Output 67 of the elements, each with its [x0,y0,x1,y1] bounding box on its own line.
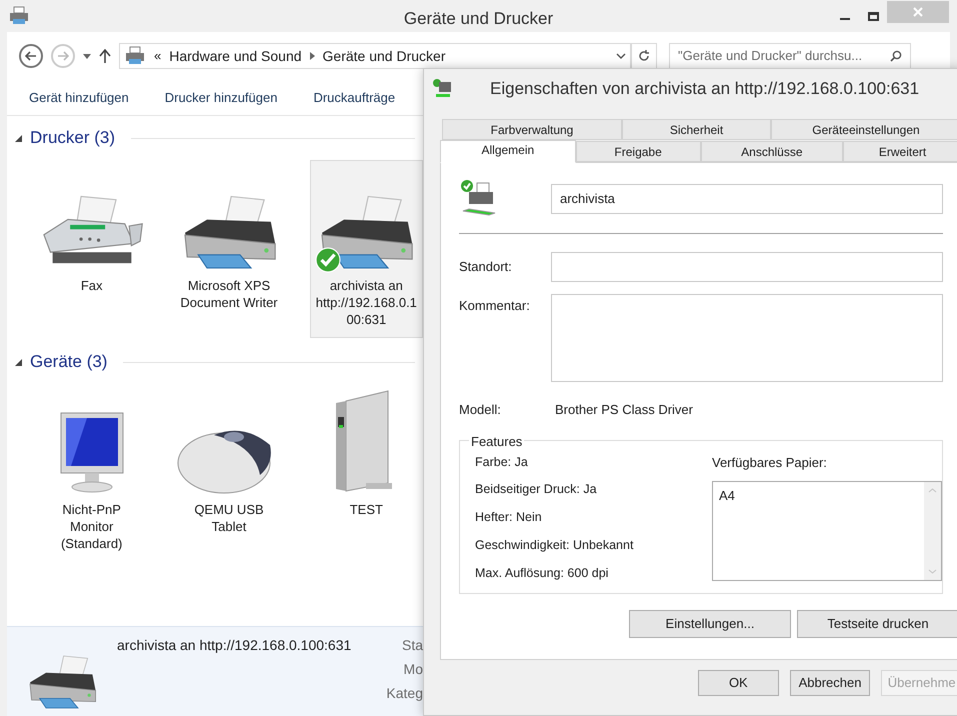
command-button[interactable]: Gerät hinzufügen [29,88,129,108]
breadcrumb-item[interactable]: Geräte und Drucker [322,46,446,66]
location-icon [124,46,146,66]
command-button[interactable]: Drucker hinzufügen [164,88,278,108]
device-item[interactable]: Microsoft XPS Document Writer [172,160,286,338]
details-field-label: Sta [402,636,423,655]
device-label: QEMU USB Tablet [193,501,265,535]
paper-item[interactable]: A4 [719,486,918,506]
device-label: archivista an http://192.168.0.100:631 [314,277,418,328]
dialog-button[interactable]: OK [698,670,779,696]
device-label: TEST [348,501,384,518]
feature-text: Beidseitiger Druck: Ja [475,481,598,498]
tab[interactable]: Farbverwaltung [442,119,622,140]
chevron-icon[interactable] [310,52,315,60]
device-item[interactable]: TEST [310,384,423,562]
paper-list[interactable]: A4 [712,481,942,581]
dialog-button[interactable]: Abbrechen [790,670,870,696]
feature-text: Max. Auflösung: 600 dpi [475,564,610,582]
tab[interactable]: Allgemein [440,140,576,163]
dropdown-caret-icon[interactable] [616,53,626,59]
dialog-printer-icon [432,78,454,100]
action-button[interactable]: Einstellungen... [629,610,791,638]
window-title: Geräte und Drucker [404,8,554,30]
forward-arrow-icon [57,51,69,61]
overflow-marker[interactable]: « [154,46,162,66]
collapse-arrow-icon[interactable] [15,134,22,142]
feature-text: Farbe: Ja [475,454,529,470]
device-label: Microsoft XPS Document Writer [179,277,279,311]
group-heading[interactable]: Drucker (3) [30,125,116,151]
paper-label: Verfügbares Papier: [712,454,828,472]
tab[interactable]: Sicherheit [622,119,771,140]
printer-name-field[interactable]: archivista [551,184,943,214]
dropdown-caret-icon[interactable] [83,54,91,58]
search-icon [890,50,902,62]
group-heading[interactable]: Geräte (3) [30,349,108,375]
comment-label: Kommentar: [459,297,531,315]
back-arrow-icon [25,51,37,61]
tab[interactable]: Anschlüsse [700,141,844,162]
refresh-icon [638,50,650,62]
feature-text: Geschwindigkeit: Unbekannt [475,536,634,554]
device-item[interactable]: Fax [35,160,148,338]
comment-field[interactable] [551,294,943,382]
back-button[interactable] [19,44,43,68]
details-title: archivista an http://192.168.0.100:631 [117,636,352,655]
close-icon [913,7,923,17]
command-button[interactable]: Druckaufträge [313,88,396,108]
details-field-label: Kateg [386,684,423,703]
collapse-arrow-icon[interactable] [15,358,22,366]
model-label: Modell: [459,401,502,419]
device-item[interactable]: Nicht-PnP Monitor (Standard) [35,384,148,562]
breadcrumb-item[interactable]: Hardware und Sound [169,46,302,66]
device-label: Nicht-PnP Monitor (Standard) [60,501,124,552]
tab[interactable]: Geräteeinstellungen [771,119,957,140]
action-button[interactable]: Testseite drucken [797,610,957,638]
tab[interactable]: Freigabe [576,141,701,162]
details-field-label: Mo [404,660,423,679]
window-icon [8,6,30,26]
device-label: Fax [80,277,104,294]
feature-text: Hefter: Nein [475,509,543,526]
dialog-title: Eigenschaften von archivista an http://192.168.0.100:631 [490,78,920,100]
tab[interactable]: Erweitert [843,141,957,162]
device-item[interactable]: QEMU USB Tablet [172,384,286,562]
device-item[interactable]: archivista an http://192.168.0.100:631 [310,160,423,338]
location-label: Standort: [459,258,513,276]
location-field[interactable] [551,252,943,282]
up-arrow-icon[interactable] [99,49,111,63]
model-value: Brother PS Class Driver [555,401,693,419]
